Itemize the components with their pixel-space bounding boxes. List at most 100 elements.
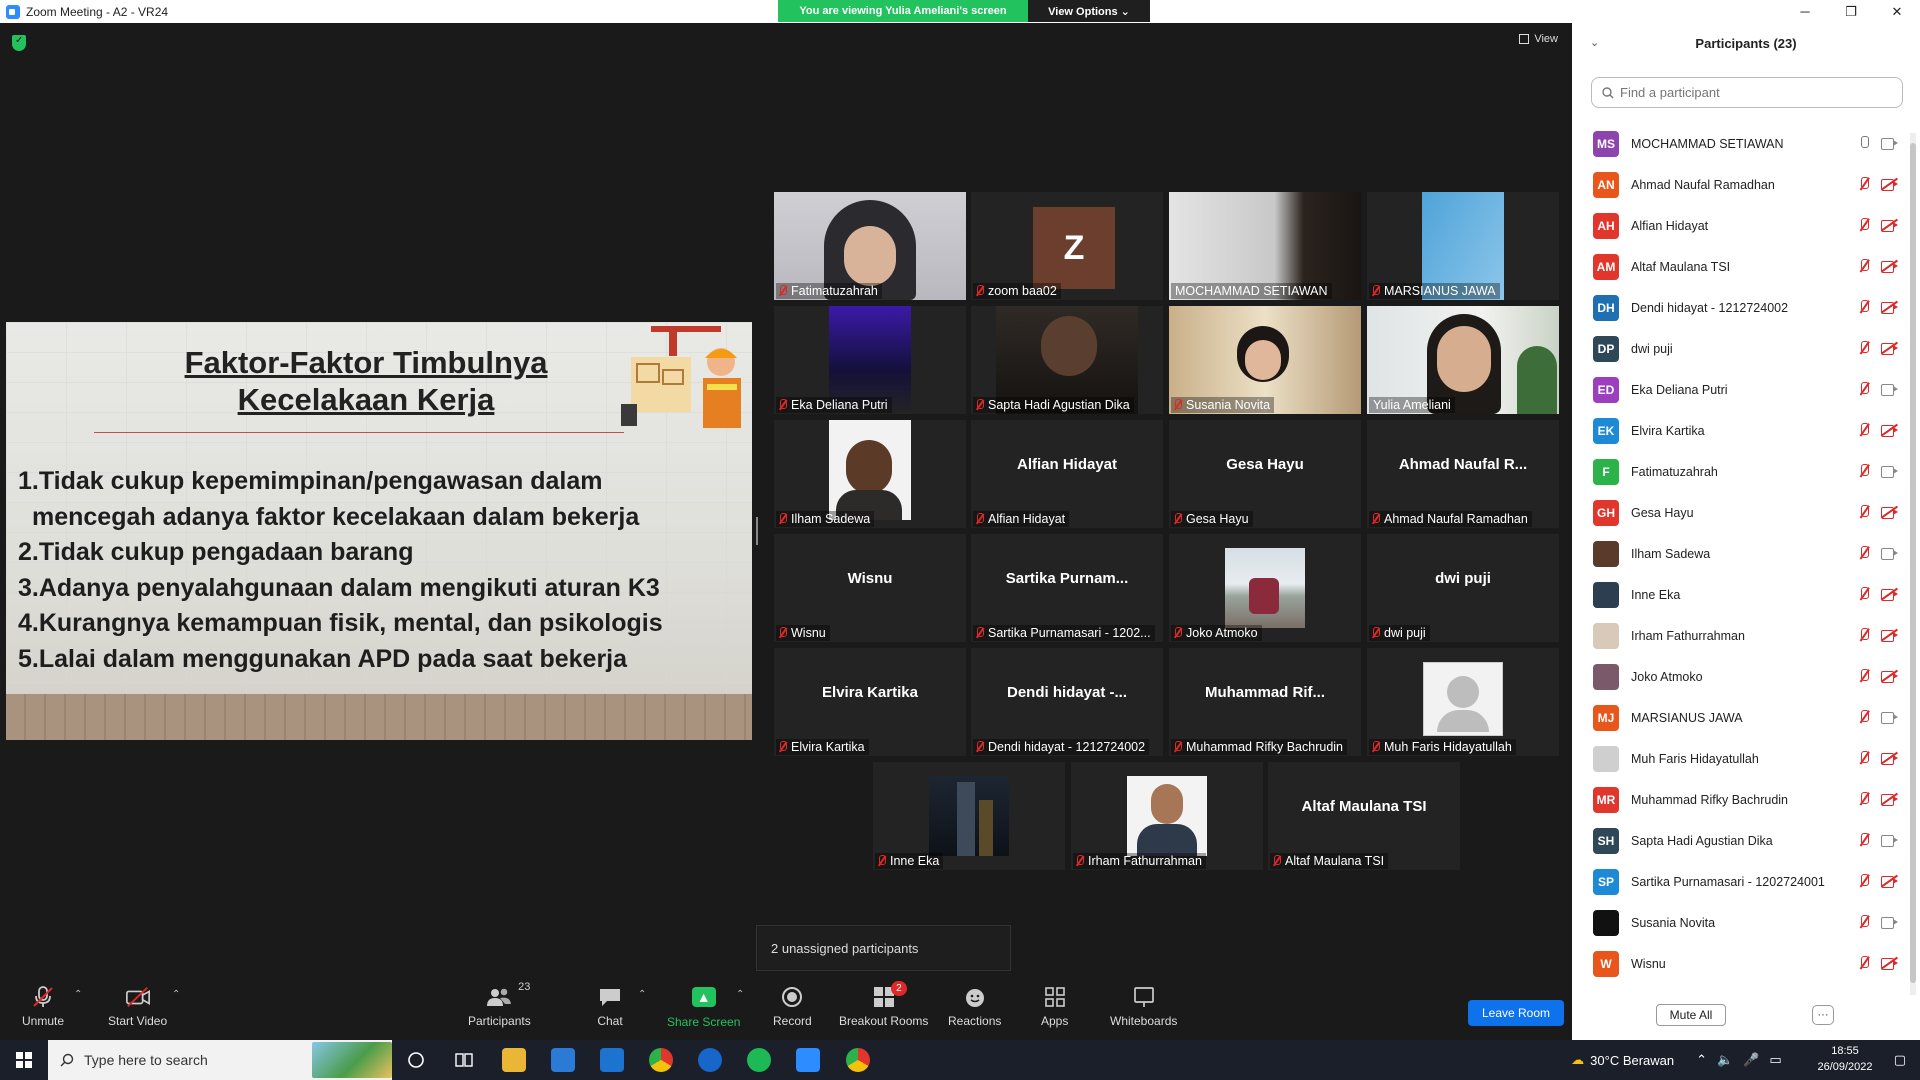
- mic-icon[interactable]: [1857, 135, 1871, 151]
- teamviewer-icon[interactable]: [698, 1048, 722, 1072]
- participant-row[interactable]: AN Ahmad Naufal Ramadhan: [1572, 164, 1910, 205]
- video-icon[interactable]: [1881, 465, 1898, 478]
- view-options-button[interactable]: View Options ⌄: [1028, 0, 1150, 22]
- video-off-icon[interactable]: [1881, 874, 1898, 888]
- more-options-button[interactable]: ···: [1812, 1005, 1834, 1025]
- mic-muted-icon[interactable]: [1857, 750, 1871, 766]
- video-tile[interactable]: Dendi hidayat -... Dendi hidayat - 12127…: [971, 648, 1163, 756]
- unassigned-participants-notice[interactable]: 2 unassigned participants: [756, 925, 1011, 971]
- mic-muted-icon[interactable]: [1857, 217, 1871, 233]
- mic-muted-icon[interactable]: [1857, 299, 1871, 315]
- mic-muted-icon[interactable]: [1857, 258, 1871, 274]
- participant-row[interactable]: EK Elvira Kartika: [1572, 410, 1910, 451]
- cortana-icon[interactable]: [404, 1048, 428, 1072]
- mic-muted-icon[interactable]: [1857, 791, 1871, 807]
- video-tile-active-speaker[interactable]: Yulia Ameliani: [1367, 306, 1559, 414]
- video-off-icon[interactable]: [1881, 587, 1898, 601]
- mic-muted-icon[interactable]: [1857, 955, 1871, 971]
- mute-all-button[interactable]: Mute All: [1656, 1004, 1726, 1026]
- video-off-icon[interactable]: [1881, 956, 1898, 970]
- mic-muted-icon[interactable]: [1857, 381, 1871, 397]
- participant-list-scrollbar[interactable]: [1910, 133, 1916, 995]
- participant-row[interactable]: AM Altaf Maulana TSI: [1572, 246, 1910, 287]
- participant-row[interactable]: Irham Fathurrahman: [1572, 615, 1910, 656]
- video-tile[interactable]: Inne Eka: [873, 762, 1065, 870]
- video-tile[interactable]: Susania Novita: [1169, 306, 1361, 414]
- video-options-chevron-icon[interactable]: ⌃: [172, 989, 180, 1000]
- participant-row[interactable]: W Wisnu: [1572, 943, 1910, 984]
- participant-row[interactable]: Inne Eka: [1572, 574, 1910, 615]
- file-explorer-icon[interactable]: [502, 1048, 526, 1072]
- video-tile[interactable]: Ilham Sadewa: [774, 420, 966, 528]
- audio-options-chevron-icon[interactable]: ⌃: [74, 989, 82, 1000]
- participant-row[interactable]: DH Dendi hidayat - 1212724002: [1572, 287, 1910, 328]
- video-icon[interactable]: [1881, 711, 1898, 724]
- participant-search-box[interactable]: [1591, 77, 1903, 108]
- participant-row[interactable]: Ilham Sadewa: [1572, 533, 1910, 574]
- video-off-icon[interactable]: [1881, 218, 1898, 232]
- leave-room-button[interactable]: Leave Room: [1468, 1000, 1564, 1026]
- mic-muted-icon[interactable]: [1857, 668, 1871, 684]
- participant-row[interactable]: Susania Novita: [1572, 902, 1910, 943]
- participant-row[interactable]: F Fatimatuzahrah: [1572, 451, 1910, 492]
- participant-row[interactable]: Muh Faris Hidayatullah: [1572, 738, 1910, 779]
- participant-row[interactable]: AH Alfian Hidayat: [1572, 205, 1910, 246]
- mic-muted-icon[interactable]: [1857, 586, 1871, 602]
- video-icon[interactable]: [1881, 383, 1898, 396]
- video-tile[interactable]: Elvira Kartika Elvira Kartika: [774, 648, 966, 756]
- mic-muted-icon[interactable]: [1857, 832, 1871, 848]
- whiteboards-button[interactable]: Whiteboards: [1110, 985, 1177, 1028]
- security-shield-icon[interactable]: [12, 35, 26, 51]
- chat-button[interactable]: Chat: [597, 985, 623, 1028]
- video-off-icon[interactable]: [1881, 177, 1898, 191]
- video-tile[interactable]: Sartika Purnam... Sartika Purnamasari - …: [971, 534, 1163, 642]
- mic-muted-icon[interactable]: [1857, 340, 1871, 356]
- mic-muted-icon[interactable]: [1857, 914, 1871, 930]
- video-off-icon[interactable]: [1881, 628, 1898, 642]
- video-tile[interactable]: Muh Faris Hidayatullah: [1367, 648, 1559, 756]
- participant-row[interactable]: MJ MARSIANUS JAWA: [1572, 697, 1910, 738]
- video-off-icon[interactable]: [1881, 505, 1898, 519]
- video-icon[interactable]: [1881, 547, 1898, 560]
- mic-muted-icon[interactable]: [1857, 463, 1871, 479]
- scrollbar-thumb[interactable]: [1910, 143, 1916, 983]
- video-icon[interactable]: [1881, 137, 1898, 150]
- participants-button[interactable]: 23 Participants: [468, 981, 531, 1028]
- start-button[interactable]: [0, 1040, 48, 1080]
- apps-button[interactable]: Apps: [1041, 985, 1068, 1028]
- minimize-button[interactable]: ─: [1782, 0, 1828, 23]
- mic-muted-icon[interactable]: [1857, 627, 1871, 643]
- taskbar-clock[interactable]: 18:55 26/09/2022: [1810, 1043, 1880, 1075]
- weather-icon[interactable]: ☁: [1571, 1052, 1584, 1068]
- unmute-button[interactable]: Unmute: [22, 985, 64, 1028]
- share-screen-button[interactable]: ▲ Share Screen: [667, 985, 740, 1029]
- participant-search-input[interactable]: [1620, 85, 1900, 100]
- video-tile[interactable]: dwi puji dwi puji: [1367, 534, 1559, 642]
- video-tile[interactable]: Fatimatuzahrah: [774, 192, 966, 300]
- spotify-icon[interactable]: [747, 1048, 771, 1072]
- video-tile[interactable]: MOCHAMMAD SETIAWAN: [1169, 192, 1361, 300]
- mic-muted-icon[interactable]: [1857, 709, 1871, 725]
- share-options-chevron-icon[interactable]: ⌃: [736, 989, 744, 1000]
- chrome-icon[interactable]: [649, 1048, 673, 1072]
- participant-row[interactable]: MR Muhammad Rifky Bachrudin: [1572, 779, 1910, 820]
- network-icon[interactable]: ▭: [1769, 1052, 1781, 1068]
- video-tile[interactable]: Altaf Maulana TSI Altaf Maulana TSI: [1268, 762, 1460, 870]
- speaker-icon[interactable]: 🔈: [1717, 1052, 1733, 1068]
- start-video-button[interactable]: Start Video: [108, 985, 167, 1028]
- video-tile[interactable]: Alfian Hidayat Alfian Hidayat: [971, 420, 1163, 528]
- video-off-icon[interactable]: [1881, 300, 1898, 314]
- video-icon[interactable]: [1881, 834, 1898, 847]
- microphone-icon[interactable]: 🎤: [1743, 1052, 1759, 1068]
- maximize-button[interactable]: ❐: [1828, 0, 1874, 23]
- chrome-profile-icon[interactable]: [846, 1048, 870, 1072]
- taskbar-search-box[interactable]: Type here to search: [48, 1040, 392, 1080]
- chat-options-chevron-icon[interactable]: ⌃: [638, 989, 646, 1000]
- video-tile[interactable]: Wisnu Wisnu: [774, 534, 966, 642]
- video-tile[interactable]: Joko Atmoko: [1169, 534, 1361, 642]
- participant-row[interactable]: DP dwi puji: [1572, 328, 1910, 369]
- weather-label[interactable]: 30°C Berawan: [1590, 1053, 1674, 1068]
- mail-icon[interactable]: [600, 1048, 624, 1072]
- video-tile[interactable]: Muhammad Rif... Muhammad Rifky Bachrudin: [1169, 648, 1361, 756]
- zoom-taskbar-icon[interactable]: [796, 1048, 820, 1072]
